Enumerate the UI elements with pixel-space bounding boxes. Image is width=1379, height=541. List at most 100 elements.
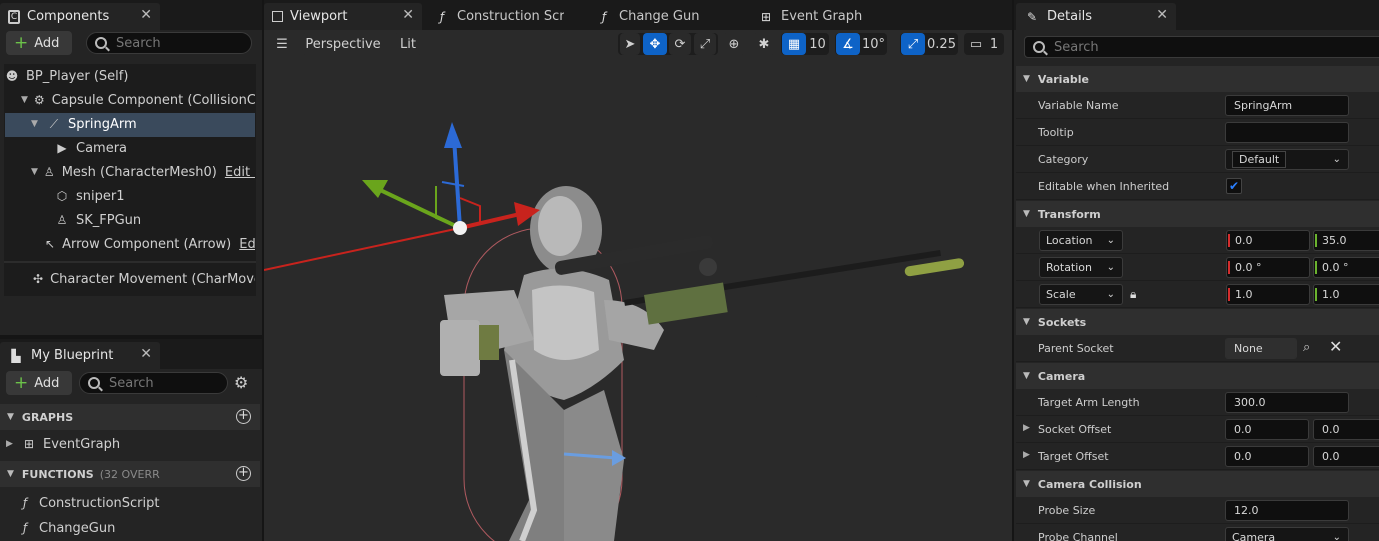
- function-item-changegun[interactable]: ƒ ChangeGun: [18, 516, 268, 540]
- graph-item-eventgraph[interactable]: ▶ ⊞ EventGraph: [0, 432, 250, 456]
- transform-section-header[interactable]: ▼ Transform: [1016, 201, 1379, 227]
- rotation-y-field[interactable]: 0.0 °: [1313, 257, 1379, 278]
- probe-channel-dropdown[interactable]: Camera ⌄: [1225, 527, 1349, 541]
- tab-details[interactable]: ✎ Details ✕: [1016, 3, 1176, 30]
- tab-label: Construction Script: [457, 9, 564, 24]
- tab-components[interactable]: C Components ✕: [0, 3, 160, 30]
- close-icon[interactable]: ✕: [1156, 7, 1168, 23]
- search-icon: [88, 377, 100, 389]
- lit-button[interactable]: Lit: [394, 33, 422, 55]
- tree-item-capsule[interactable]: ▼ ⚙ Capsule Component (CollisionCylinder): [5, 88, 255, 112]
- rotation-snap-value[interactable]: 10°: [861, 33, 886, 55]
- camera-collision-section-header[interactable]: ▼ Camera Collision: [1016, 471, 1379, 497]
- surface-snap-icon[interactable]: ✱: [753, 33, 775, 55]
- rotate-tool-icon[interactable]: ⟳: [669, 33, 691, 55]
- components-search-input[interactable]: Search: [86, 32, 252, 54]
- scale-y-field[interactable]: 1.0: [1313, 284, 1379, 305]
- tab-construction-script[interactable]: ƒ Construction Script: [426, 3, 566, 30]
- select-tool-icon[interactable]: ➤: [620, 33, 640, 55]
- variable-name-field[interactable]: SpringArm: [1225, 95, 1349, 116]
- tree-item-character-movement[interactable]: ✣ Character Movement (CharMoveComp): [5, 267, 255, 291]
- scale-snap-value[interactable]: 0.25: [926, 33, 957, 55]
- rotation-dropdown[interactable]: Rotation ⌄: [1039, 257, 1123, 278]
- parent-socket-field[interactable]: None: [1225, 338, 1297, 359]
- add-function-icon[interactable]: +: [236, 466, 251, 481]
- clear-socket-icon[interactable]: ✕: [1329, 339, 1345, 355]
- target-arm-length-field[interactable]: 300.0: [1225, 392, 1349, 413]
- blueprint-title: My Blueprint: [31, 348, 114, 363]
- character-mesh: [440, 186, 664, 541]
- details-search-input[interactable]: Search: [1024, 36, 1379, 58]
- details-title: Details: [1047, 9, 1093, 24]
- tree-item-springarm[interactable]: ▼ ⟋ SpringArm: [5, 112, 255, 136]
- expand-arrow-icon[interactable]: ▶: [1023, 423, 1030, 433]
- tree-item-mesh[interactable]: ▼ ♙ Mesh (CharacterMesh0) Edit in C++: [5, 160, 255, 184]
- viewport-menu-button[interactable]: ☰: [270, 33, 294, 55]
- world-space-icon[interactable]: ⊕: [723, 33, 745, 55]
- tab-viewport[interactable]: Viewport ✕: [264, 3, 422, 30]
- scale-dropdown[interactable]: Scale ⌄: [1039, 284, 1123, 305]
- tree-item-arrow[interactable]: ↖ Arrow Component (Arrow) Edit in C++: [5, 232, 255, 256]
- probe-size-field[interactable]: 12.0: [1225, 500, 1349, 521]
- location-x-field[interactable]: 0.0: [1226, 230, 1310, 251]
- tab-my-blueprint[interactable]: ▙ My Blueprint ✕: [0, 342, 160, 369]
- rotation-x-field[interactable]: 0.0 °: [1226, 257, 1310, 278]
- browse-socket-icon[interactable]: ⌕: [1303, 340, 1321, 356]
- expand-arrow-icon[interactable]: ▶: [1023, 450, 1030, 460]
- tree-item-camera[interactable]: ▶ Camera: [5, 136, 255, 160]
- category-dropdown[interactable]: Default ⌄: [1225, 149, 1349, 170]
- lock-icon[interactable]: 🔒︎: [1130, 287, 1144, 301]
- grid-snap-icon[interactable]: ▦: [782, 33, 806, 55]
- functions-section-header[interactable]: ▼ FUNCTIONS (32 OVERRIDABLE) +: [0, 461, 260, 487]
- scale-x-field[interactable]: 1.0: [1226, 284, 1310, 305]
- grid-snap-value[interactable]: 10: [807, 33, 828, 55]
- tree-item-bp-player[interactable]: ☻ BP_Player (Self): [5, 64, 255, 88]
- close-icon[interactable]: ✕: [140, 7, 152, 23]
- add-label: Add: [34, 35, 60, 51]
- skeleton-icon: ♙: [56, 213, 68, 227]
- row-label: Category: [1038, 153, 1089, 166]
- camera-section-header[interactable]: ▼ Camera: [1016, 363, 1379, 389]
- chevron-down-icon: ⌄: [1332, 154, 1341, 165]
- add-component-button[interactable]: + Add: [6, 31, 72, 55]
- location-y-field[interactable]: 35.0: [1313, 230, 1379, 251]
- blueprint-search-input[interactable]: Search: [79, 372, 228, 394]
- function-item-constructionscript[interactable]: ƒ ConstructionScript: [18, 491, 268, 515]
- target-offset-x-field[interactable]: 0.0: [1225, 446, 1309, 467]
- tab-event-graph[interactable]: ⊞ Event Graph: [750, 3, 890, 30]
- viewport[interactable]: [264, 30, 1012, 541]
- expand-arrow-icon[interactable]: ▶: [6, 439, 16, 449]
- target-offset-y-field[interactable]: 0.0: [1313, 446, 1379, 467]
- skeleton-icon: ♙: [43, 165, 55, 179]
- camera-speed-icon[interactable]: ▭: [966, 33, 986, 55]
- edit-in-cpp-link[interactable]: Edit in C++: [225, 165, 255, 180]
- edit-in-cpp-link[interactable]: Edit in C++: [239, 237, 255, 252]
- graphs-section-header[interactable]: ▼ GRAPHS +: [0, 404, 260, 430]
- function-label: ChangeGun: [39, 520, 116, 536]
- editable-inherited-checkbox[interactable]: ✔: [1226, 178, 1242, 194]
- location-dropdown[interactable]: Location ⌄: [1039, 230, 1123, 251]
- close-icon[interactable]: ✕: [140, 346, 152, 362]
- scale-snap-icon[interactable]: ⤢: [901, 33, 925, 55]
- perspective-button[interactable]: Perspective: [302, 33, 384, 55]
- socket-offset-y-field[interactable]: 0.0: [1313, 419, 1379, 440]
- camera-speed-value[interactable]: 1: [987, 33, 1001, 55]
- variable-section-header[interactable]: ▼ Variable: [1016, 66, 1379, 92]
- translate-tool-icon[interactable]: ✥: [643, 33, 667, 55]
- gear-icon[interactable]: ⚙: [234, 374, 251, 391]
- rotation-snap-icon[interactable]: ∡: [836, 33, 860, 55]
- expand-arrow-icon[interactable]: ▼: [31, 167, 38, 177]
- tooltip-field[interactable]: [1225, 122, 1349, 143]
- tree-item-sk-fpgun[interactable]: ♙ SK_FPGun: [5, 208, 255, 232]
- sockets-section-header[interactable]: ▼ Sockets: [1016, 309, 1379, 335]
- close-icon[interactable]: ✕: [402, 7, 414, 23]
- components-title: Components: [27, 9, 110, 24]
- tree-item-sniper1[interactable]: ⬡ sniper1: [5, 184, 255, 208]
- socket-offset-x-field[interactable]: 0.0: [1225, 419, 1309, 440]
- tab-change-gun[interactable]: ƒ Change Gun: [588, 3, 728, 30]
- expand-arrow-icon[interactable]: ▼: [21, 95, 28, 105]
- expand-arrow-icon[interactable]: ▼: [31, 119, 41, 129]
- scale-tool-icon[interactable]: ⤢: [694, 33, 716, 55]
- add-graph-icon[interactable]: +: [236, 409, 251, 424]
- add-member-button[interactable]: + Add: [6, 371, 72, 395]
